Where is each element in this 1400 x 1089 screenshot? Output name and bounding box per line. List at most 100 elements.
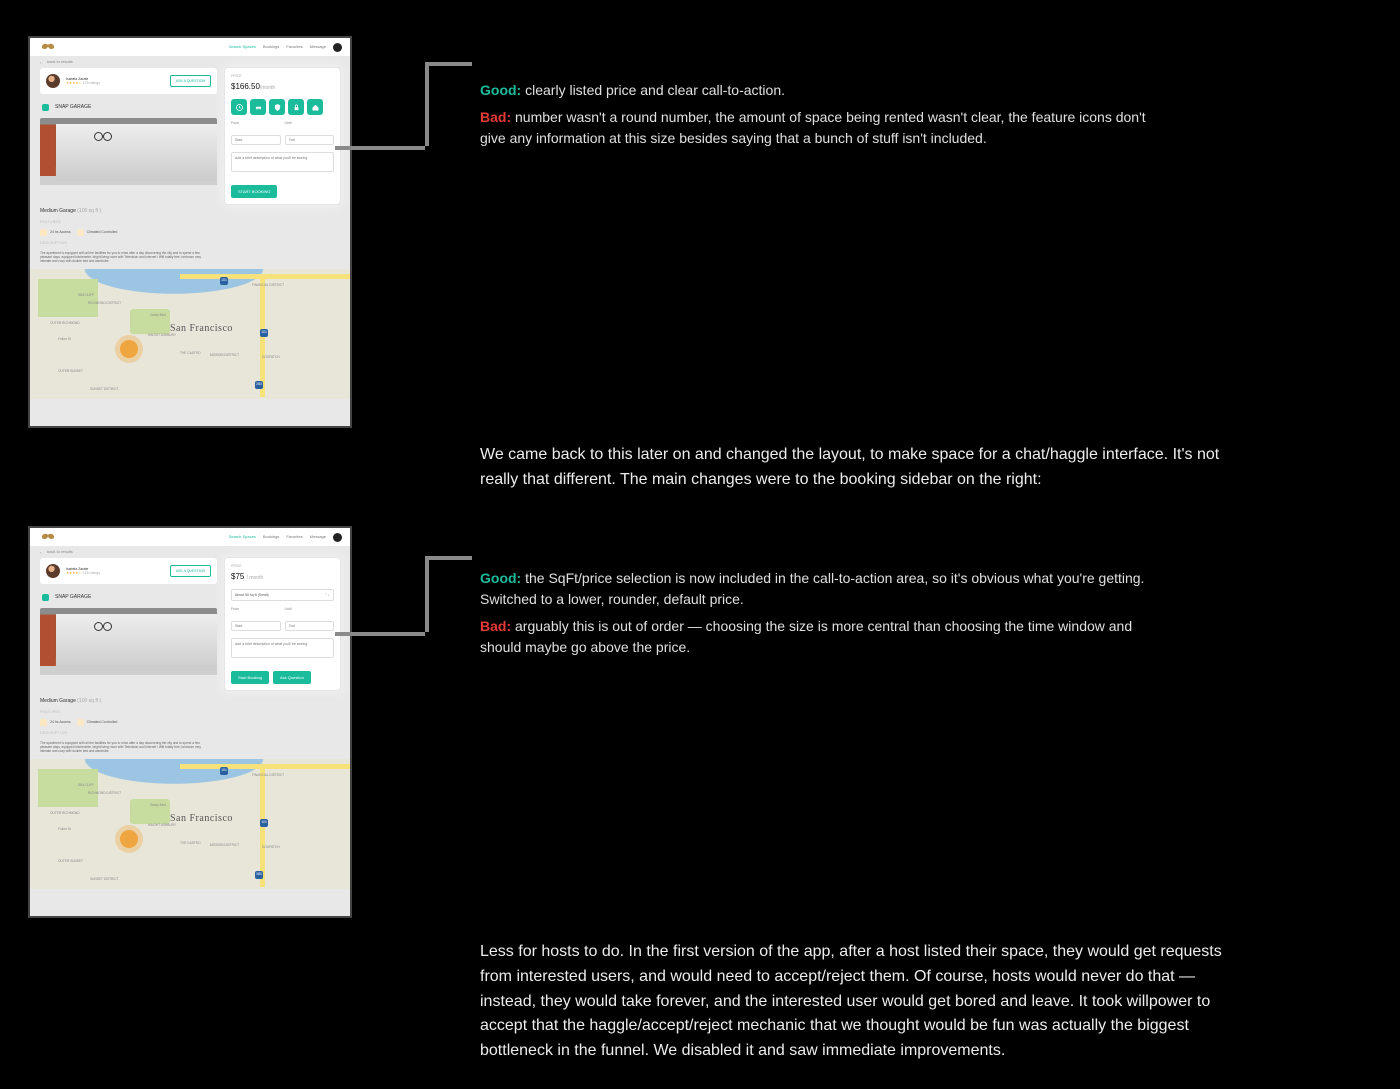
host-meta: Isabela Zarate ★★★★☆ 125 ratings	[66, 77, 164, 85]
district-label: MISSION DISTRICT	[210, 843, 239, 848]
district-label: MISSION DISTRICT	[210, 353, 239, 358]
price-label: PRICE	[231, 564, 334, 569]
good-label: Good:	[480, 570, 521, 586]
until-label: Until	[285, 121, 335, 126]
notes-textarea[interactable]	[231, 152, 334, 172]
start-booking-button[interactable]: Start Booking	[231, 671, 269, 684]
logo-mustache-icon	[38, 42, 58, 52]
nav-bookings[interactable]: Bookings	[263, 534, 279, 540]
nav-bookings[interactable]: Bookings	[263, 44, 279, 50]
clock-icon	[40, 719, 47, 726]
start-booking-button[interactable]: START BOOKING	[231, 185, 277, 198]
avatar-icon[interactable]	[333, 533, 342, 542]
listing-title: SNAP GARAGE	[55, 104, 91, 112]
content-area: Isabela Zarate ★★★★☆ 125 ratings ASK A Q…	[30, 558, 350, 759]
connector-line	[425, 556, 472, 560]
annotation-top: Good: clearly listed price and clear cal…	[480, 80, 1160, 155]
hwy-shield-icon: 101	[260, 329, 268, 337]
listing-left-column: Isabela Zarate ★★★★☆ 125 ratings ASK A Q…	[40, 558, 217, 753]
district-label: OUTER SUNSET	[58, 859, 83, 864]
bike-icon	[94, 128, 112, 140]
thermometer-icon	[77, 229, 84, 236]
connector-line	[425, 62, 472, 66]
district-label: OUTER RICHMOND	[50, 321, 80, 326]
district-label: FINANCIAL DISTRICT	[252, 773, 284, 778]
nav-message[interactable]: Message	[310, 44, 326, 50]
district-label: RICHMOND DISTRICT	[88, 301, 121, 306]
until-input[interactable]	[285, 621, 335, 631]
nav-search-spaces[interactable]: Search Spaces	[229, 44, 256, 50]
size-select[interactable]: About 50 sq ft (Small) ⌃⌄	[231, 589, 334, 601]
description-text: The apartment is equipped with all the f…	[40, 251, 210, 263]
district-label: OUTER RICHMOND	[50, 811, 80, 816]
price-label: PRICE	[231, 74, 334, 79]
clock-icon	[40, 229, 47, 236]
street-label: Fulton St	[58, 337, 71, 342]
description-label: DESCRIPTION	[40, 731, 217, 736]
map-city-label: San Francisco	[170, 321, 233, 336]
price-value: $75 / month	[231, 571, 334, 583]
mockup-version-2: Search Spaces Bookings Favorites Message…	[28, 526, 352, 918]
district-label: THE CASTRO	[180, 351, 201, 356]
back-to-results-link[interactable]: ‹ back to results	[30, 56, 350, 68]
nav-favorites[interactable]: Favorites	[286, 44, 302, 50]
bad-label: Bad:	[480, 618, 511, 634]
district-label: OUTER SUNSET	[58, 369, 83, 374]
map-marker-icon	[115, 825, 143, 853]
hwy-shield-icon: 280	[255, 381, 263, 389]
feature-lock-icon	[288, 99, 304, 115]
host-card: Isabela Zarate ★★★★☆ 125 ratings ASK A Q…	[40, 558, 217, 584]
nav-search-spaces[interactable]: Search Spaces	[229, 534, 256, 540]
ask-question-button-inline[interactable]: Ask Question	[273, 671, 311, 684]
until-input[interactable]	[285, 135, 335, 145]
district-label: FINANCIAL DISTRICT	[252, 283, 284, 288]
host-avatar	[46, 564, 60, 578]
feature-climate: Climated Controlled	[77, 719, 118, 726]
district-label: DOGPATCH	[262, 845, 280, 850]
price-value: $166.50/month	[231, 81, 334, 93]
features-row: 24 hs Access Climated Controlled	[40, 229, 217, 236]
ask-question-button[interactable]: ASK A QUESTION	[170, 75, 211, 87]
street-label: Fulton St	[58, 827, 71, 832]
mockup-version-1: Search Spaces Bookings Favorites Message…	[28, 36, 352, 428]
back-to-results-link[interactable]: ‹ back to results	[30, 546, 350, 558]
until-label: Until	[285, 607, 335, 612]
nav-favorites[interactable]: Favorites	[286, 534, 302, 540]
connector-line	[425, 62, 429, 146]
feature-24h: 24 hs Access	[40, 229, 71, 236]
back-to-results-label: back to results	[47, 549, 73, 555]
district-label: HAIGHT ASHBURY	[148, 823, 176, 828]
hwy-shield-icon: 101	[220, 767, 228, 775]
topbar-nav: Search Spaces Bookings Favorites Message	[229, 533, 342, 542]
back-to-results-label: back to results	[47, 59, 73, 65]
topbar-nav: Search Spaces Bookings Favorites Message	[229, 43, 342, 52]
district-label: SUNSET DISTRICT	[90, 387, 118, 392]
district-label: DOGPATCH	[262, 355, 280, 360]
features-row: 24 hs Access Climated Controlled	[40, 719, 217, 726]
host-rating-stars: ★★★★☆ 125 ratings	[66, 81, 164, 85]
listing-subtitle: Medium Garage (100 sq ft )	[40, 698, 217, 706]
topbar: Search Spaces Bookings Favorites Message	[30, 38, 350, 56]
from-input[interactable]	[231, 135, 281, 145]
connector-line	[335, 632, 425, 636]
map-area[interactable]: San Francisco SEA CLIFF RICHMOND DISTRIC…	[30, 759, 350, 889]
district-label: RICHMOND DISTRICT	[88, 791, 121, 796]
listing-title: SNAP GARAGE	[55, 594, 91, 602]
from-input[interactable]	[231, 621, 281, 631]
host-avatar	[46, 74, 60, 88]
map-area[interactable]: San Francisco SEA CLIFF RICHMOND DISTRIC…	[30, 269, 350, 399]
from-label: From	[231, 607, 281, 612]
bad-label: Bad:	[480, 109, 511, 125]
avatar-icon[interactable]	[333, 43, 342, 52]
date-row: From Until	[231, 121, 334, 146]
ask-question-button[interactable]: ASK A QUESTION	[170, 565, 211, 577]
feature-clock-icon	[231, 99, 247, 115]
bike-icon	[94, 618, 112, 630]
hwy-shield-icon: 101	[260, 819, 268, 827]
listing-left-column: Isabela Zarate ★★★★☆ 125 ratings ASK A Q…	[40, 68, 217, 263]
street-label: Geary Blvd	[150, 313, 166, 318]
notes-textarea[interactable]	[231, 638, 334, 658]
district-label: SEA CLIFF	[78, 293, 94, 298]
host-rating-stars: ★★★★☆ 125 ratings	[66, 571, 164, 575]
nav-message[interactable]: Message	[310, 534, 326, 540]
